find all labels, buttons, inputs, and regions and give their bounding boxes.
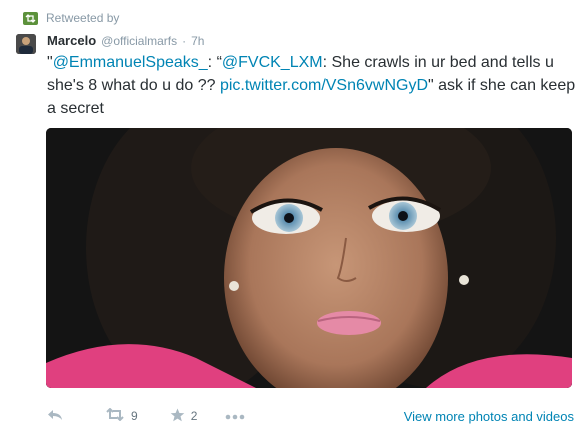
mention-link-emmanuelspeaks[interactable]: @EmmanuelSpeaks_ <box>53 54 208 71</box>
more-dots-icon <box>225 409 245 423</box>
tweet-text: "@EmmanuelSpeaks_: “@FVCK_LXM: She crawl… <box>47 51 577 120</box>
author-name[interactable]: Marcelo <box>47 33 96 48</box>
retweeted-by-bar: Retweeted by <box>23 11 119 25</box>
header-separator: · <box>182 34 187 48</box>
favorite-count: 2 <box>190 409 198 423</box>
star-icon <box>170 408 185 425</box>
author-avatar[interactable] <box>16 34 36 54</box>
reply-icon <box>47 409 63 424</box>
tweet-actions: 9 2 View more photos and videos <box>47 405 574 427</box>
retweet-icon <box>105 407 125 424</box>
view-more-media-link[interactable]: View more photos and videos <box>404 409 574 424</box>
tweet-timestamp[interactable]: 7h <box>191 34 204 48</box>
text-segment-1: : “ <box>207 54 222 71</box>
pic-link[interactable]: pic.twitter.com/VSn6vwNGyD <box>220 77 428 94</box>
retweet-badge-icon <box>23 11 38 25</box>
reply-button[interactable] <box>47 409 63 424</box>
more-options-button[interactable] <box>225 409 245 423</box>
retweet-count: 9 <box>131 409 138 423</box>
author-handle[interactable]: @officialmarfs <box>101 34 177 48</box>
mention-link-fvck-lxm[interactable]: @FVCK_LXM <box>222 54 323 71</box>
retweet-button[interactable]: 9 <box>105 407 138 424</box>
retweeted-by-label: Retweeted by <box>46 11 120 25</box>
favorite-button[interactable]: 2 <box>170 408 198 425</box>
tweet-header: Marcelo @officialmarfs · 7h <box>47 33 204 48</box>
tweet-photo[interactable] <box>46 128 572 388</box>
